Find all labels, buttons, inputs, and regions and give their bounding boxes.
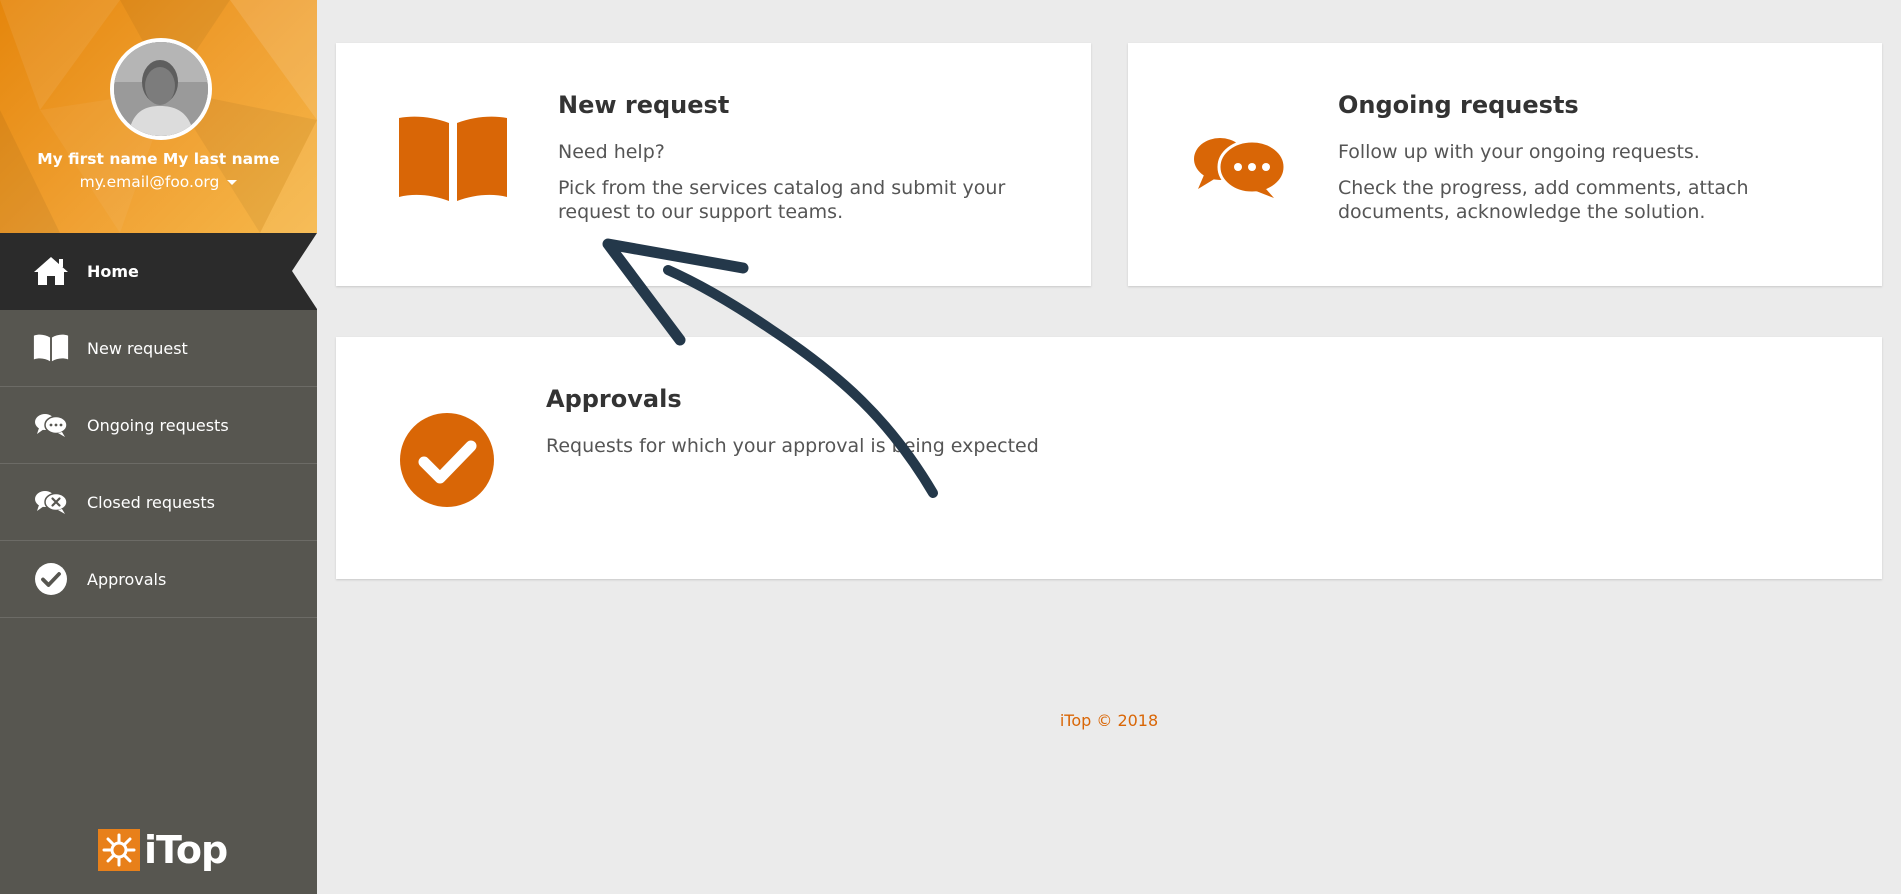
caret-down-icon [227, 180, 238, 185]
tile-title-approvals: Approvals [546, 385, 682, 413]
tile-text-follow-up: Follow up with your ongoing requests. [1338, 141, 1700, 163]
sidebar: My first name My last name my.email@foo.… [0, 0, 317, 894]
menu-label-home: Home [87, 261, 139, 281]
menu-item-closed-requests[interactable]: Closed requests [0, 464, 317, 541]
menu-label-closed-requests: Closed requests [87, 492, 215, 512]
menu-item-home[interactable]: Home [0, 233, 317, 310]
menu-item-ongoing-requests[interactable]: Ongoing requests [0, 387, 317, 464]
avatar-photo [114, 42, 208, 136]
user-name: My first name My last name [37, 150, 280, 168]
tile-approvals[interactable]: Approvals Requests for which your approv… [336, 337, 1882, 579]
user-header: My first name My last name my.email@foo.… [0, 0, 317, 233]
main-menu: Home New request Ongoing requests Closed… [0, 233, 317, 618]
tile-title-new-request: New request [558, 91, 730, 119]
avatar[interactable] [110, 38, 212, 140]
itop-logo-icon [98, 829, 140, 871]
menu-item-approvals[interactable]: Approvals [0, 541, 317, 618]
chat-closed-icon [32, 483, 70, 521]
check-circle-icon [399, 412, 495, 512]
user-email: my.email@foo.org [79, 173, 220, 191]
user-email-dropdown[interactable]: my.email@foo.org [0, 173, 317, 191]
menu-label-approvals: Approvals [87, 569, 167, 589]
itop-logo[interactable]: iTop [98, 828, 228, 872]
tile-new-request[interactable]: New request Need help? Pick from the ser… [336, 43, 1091, 286]
book-icon [397, 115, 509, 207]
menu-label-new-request: New request [87, 338, 188, 358]
tile-title-ongoing-requests: Ongoing requests [1338, 91, 1579, 119]
footer-copyright: iTop © 2018 [1059, 711, 1159, 730]
tile-ongoing-requests[interactable]: Ongoing requests Follow up with your ong… [1128, 43, 1882, 286]
brand-name: iTop [144, 828, 228, 872]
tile-text-need-help: Need help? [558, 141, 665, 163]
book-icon [32, 329, 70, 367]
chat-bubbles-icon [32, 406, 70, 444]
tile-text-ongoing-description: Check the progress, add comments, attach… [1338, 177, 1749, 223]
menu-item-new-request[interactable]: New request [0, 310, 317, 387]
menu-label-ongoing-requests: Ongoing requests [87, 415, 229, 435]
tile-text-new-request-description: Pick from the services catalog and submi… [558, 177, 1006, 223]
chat-bubbles-icon [1192, 135, 1288, 203]
home-icon [32, 252, 70, 290]
tile-text-approvals-description: Requests for which your approval is bein… [546, 435, 1039, 457]
check-circle-icon [32, 560, 70, 598]
